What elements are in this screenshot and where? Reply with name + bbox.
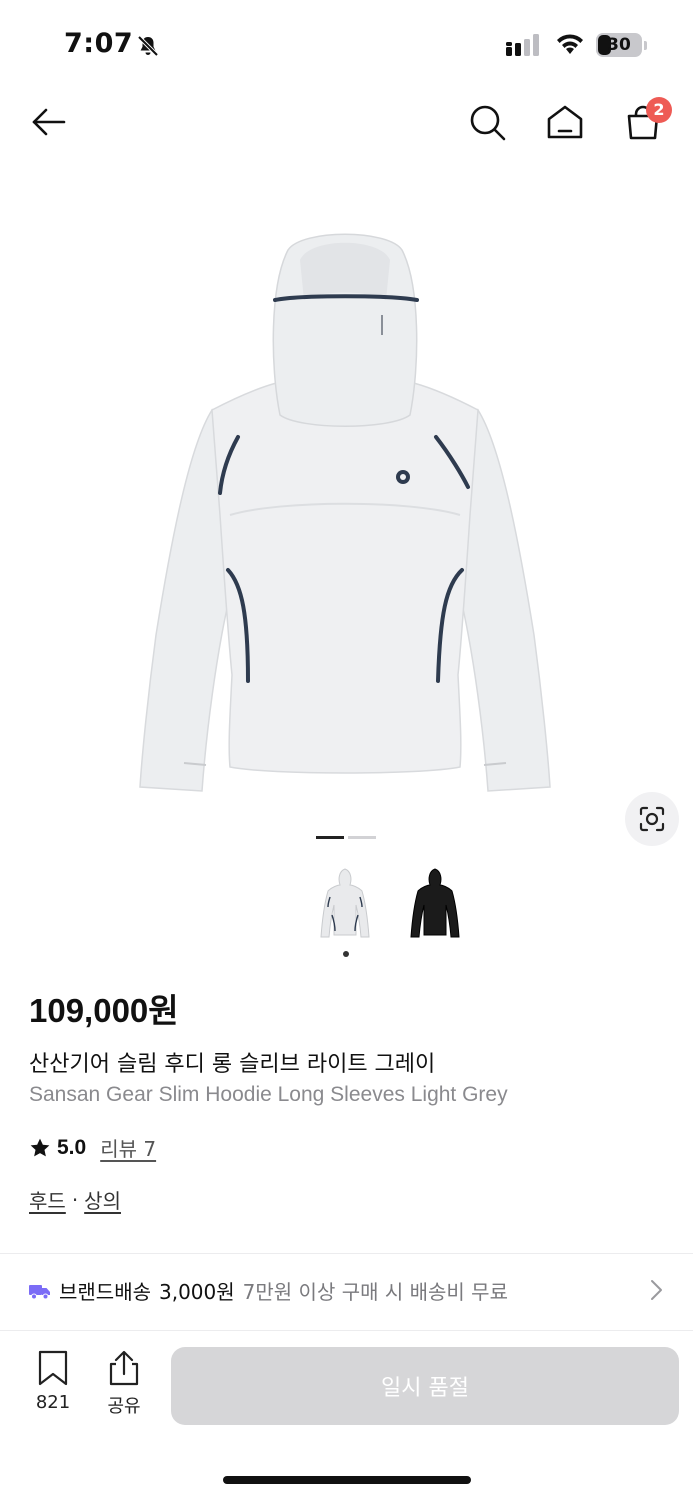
shipping-info-row[interactable]: 브랜드배송 3,000원 7만원 이상 구매 시 배송비 무료 <box>29 1276 508 1305</box>
shipping-condition: 7만원 이상 구매 시 배송비 무료 <box>242 1280 508 1304</box>
section-divider <box>0 1330 693 1331</box>
battery-cap <box>644 41 647 50</box>
cart-count-badge: 2 <box>646 97 672 123</box>
section-divider <box>0 1253 693 1254</box>
review-count-link[interactable]: 리뷰 7 <box>100 1133 156 1162</box>
category-separator: · <box>71 1187 79 1212</box>
rating-value: 5.0 <box>57 1135 87 1159</box>
bookmark-count: 821 <box>35 1392 71 1413</box>
selected-thumb-indicator <box>343 951 349 957</box>
visual-search-button[interactable] <box>625 792 679 846</box>
color-thumb-light-grey[interactable] <box>314 865 376 945</box>
wifi-icon <box>555 32 585 60</box>
truck-icon <box>29 1284 50 1299</box>
pager-dot-active <box>316 836 344 839</box>
bookmark-icon <box>38 1350 68 1386</box>
shipping-fee: 3,000원 <box>159 1280 235 1304</box>
bookmark-button[interactable]: 821 <box>28 1350 78 1413</box>
soldout-button[interactable]: 일시 품절 <box>171 1347 679 1425</box>
chevron-right-icon[interactable] <box>648 1278 664 1306</box>
pager-dot <box>348 836 376 839</box>
product-name-korean: 산산기어 슬림 후디 롱 슬리브 라이트 그레이 <box>29 1052 436 1077</box>
star-icon <box>30 1138 50 1156</box>
product-price: 109,000원 <box>29 992 179 1029</box>
category-breadcrumb: 후드 · 상의 <box>29 1185 121 1214</box>
product-name-english: Sansan Gear Slim Hoodie Long Sleeves Lig… <box>29 1083 508 1106</box>
back-arrow-icon[interactable] <box>26 100 70 144</box>
scan-icon <box>639 806 665 832</box>
product-image[interactable] <box>120 215 570 805</box>
bell-slash-icon <box>136 34 160 62</box>
share-label: 공유 <box>107 1396 141 1417</box>
signal-icon <box>506 34 542 60</box>
share-button[interactable]: 공유 <box>99 1350 149 1418</box>
home-indicator[interactable] <box>223 1476 471 1484</box>
home-icon[interactable] <box>543 100 587 144</box>
share-icon <box>109 1350 139 1386</box>
rating-row: 5.0 리뷰 7 <box>29 1133 156 1162</box>
battery-icon: 30 <box>596 33 642 57</box>
search-icon[interactable] <box>465 100 509 144</box>
status-time: 7:07 <box>64 28 134 59</box>
category-link-hood[interactable]: 후드 <box>29 1185 66 1214</box>
color-thumb-black[interactable] <box>404 865 466 945</box>
battery-level: 30 <box>607 35 631 55</box>
shipping-label: 브랜드배송 <box>59 1280 151 1304</box>
category-link-top[interactable]: 상의 <box>84 1185 121 1214</box>
